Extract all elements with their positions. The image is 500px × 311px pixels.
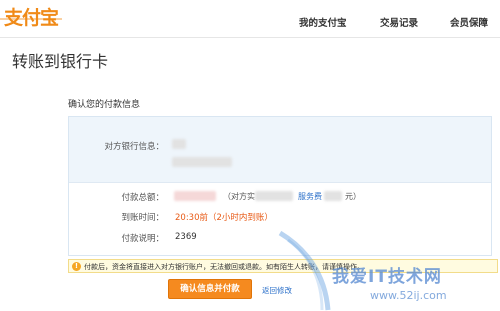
arrival-time: 20:30前（2小时内到账） — [175, 213, 273, 223]
bank-account-redacted — [172, 157, 232, 167]
section-label: 确认您的付款信息 — [68, 100, 141, 110]
logo-text: 支付宝 — [4, 7, 59, 29]
page-title: 转账到银行卡 — [12, 52, 109, 71]
confirm-pay-button[interactable]: 确认信息并付款 — [168, 279, 252, 299]
bank-info-label: 对方银行信息： — [104, 142, 164, 152]
bank-info-redacted — [172, 139, 186, 149]
nav-transactions[interactable]: 交易记录 — [380, 15, 418, 29]
warning-icon: ! — [72, 262, 81, 271]
amount-received-redacted — [255, 191, 293, 201]
watermark-text: 我爱IT技术网 — [332, 267, 442, 287]
remark-value: 2369 — [175, 232, 197, 242]
arrival-label: 到账时间： — [121, 213, 164, 223]
watermark-url: www.52ij.com — [370, 289, 447, 302]
logo-underline — [0, 18, 62, 20]
bank-info-section: 对方银行信息： — [69, 117, 491, 183]
nav-member-protection[interactable]: 会员保障 — [450, 15, 488, 29]
remark-label: 付款说明： — [121, 234, 164, 244]
service-fee-redacted — [324, 191, 342, 201]
service-fee-link[interactable]: 服务费 — [298, 191, 322, 202]
site-watermark: 我爱IT技术网 www.52ij.com — [270, 228, 500, 311]
amount-note-tail: 元） — [345, 192, 361, 201]
amount-note: （对方实 — [223, 192, 255, 201]
amount-redacted — [174, 191, 216, 201]
alipay-logo[interactable]: 支付宝 — [0, 0, 64, 29]
top-navigation: 支付宝 我的支付宝 交易记录 会员保障 — [0, 0, 500, 38]
nav-my-alipay[interactable]: 我的支付宝 — [299, 15, 347, 29]
amount-label: 付款总额： — [121, 193, 164, 203]
